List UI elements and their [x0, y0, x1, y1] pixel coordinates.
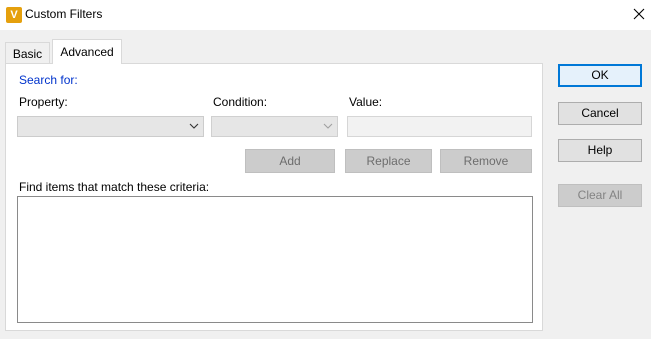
- tab-basic[interactable]: Basic: [5, 42, 50, 64]
- title-bar: V Custom Filters: [0, 0, 651, 30]
- property-dropdown[interactable]: [17, 116, 204, 137]
- value-input[interactable]: [347, 116, 532, 137]
- ok-button[interactable]: OK: [558, 64, 642, 87]
- value-label: Value:: [349, 95, 383, 109]
- condition-dropdown[interactable]: [211, 116, 338, 137]
- close-icon: [633, 8, 645, 20]
- property-label: Property:: [19, 95, 68, 109]
- replace-button[interactable]: Replace: [345, 149, 432, 173]
- criteria-list[interactable]: [17, 196, 533, 323]
- clear-all-button[interactable]: Clear All: [558, 184, 642, 207]
- chevron-down-icon: [189, 123, 199, 129]
- add-button[interactable]: Add: [245, 149, 335, 173]
- help-button[interactable]: Help: [558, 139, 642, 162]
- condition-label: Condition:: [213, 95, 268, 109]
- advanced-panel: Search for: Property: Condition: Value: …: [5, 63, 543, 331]
- remove-button[interactable]: Remove: [440, 149, 532, 173]
- app-icon: V: [6, 7, 22, 23]
- close-button[interactable]: [628, 4, 650, 24]
- window-title: Custom Filters: [25, 7, 103, 21]
- search-for-label: Search for:: [19, 73, 78, 87]
- tab-advanced[interactable]: Advanced: [52, 39, 122, 64]
- criteria-label: Find items that match these criteria:: [19, 180, 210, 194]
- cancel-button[interactable]: Cancel: [558, 102, 642, 125]
- chevron-down-icon: [323, 123, 333, 129]
